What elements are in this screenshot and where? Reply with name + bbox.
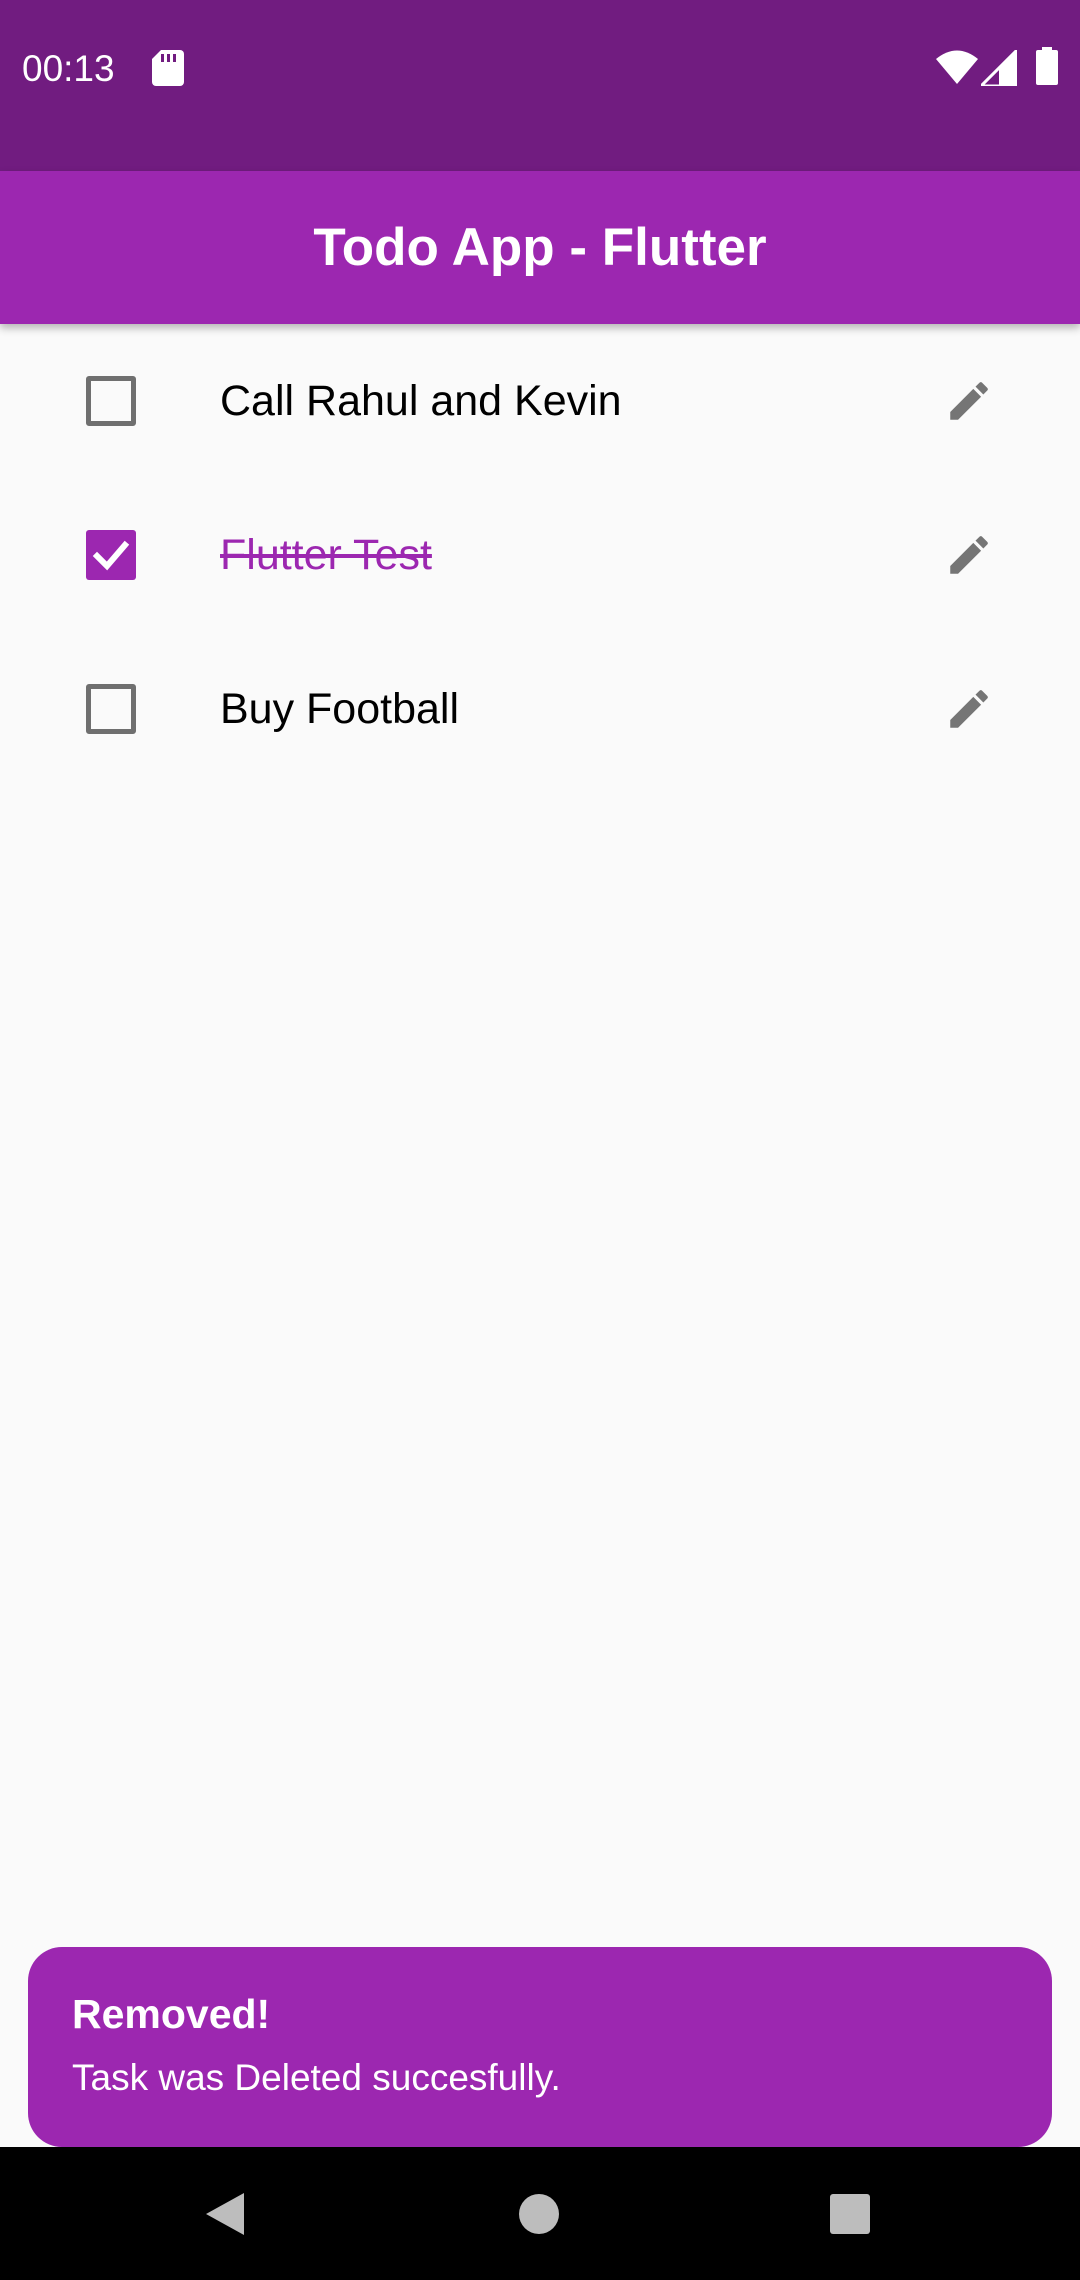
home-icon[interactable] [518, 2193, 560, 2235]
nav-bar [0, 2147, 1080, 2280]
todo-list: Call Rahul and Kevin Flutter Test Buy Fo… [0, 324, 1080, 786]
app-bar: Todo App - Flutter [0, 171, 1080, 324]
sd-card-icon [152, 50, 184, 86]
battery-icon [1036, 47, 1058, 85]
todo-checkbox[interactable] [86, 684, 136, 734]
snackbar-title: Removed! [72, 1991, 271, 2037]
cell-signal-icon [981, 50, 1017, 86]
todo-checkbox[interactable] [86, 376, 136, 426]
edit-icon[interactable] [944, 530, 994, 580]
edit-icon[interactable] [944, 684, 994, 734]
snackbar: Removed! Task was Deleted succesfully. [28, 1947, 1052, 2147]
status-bar: 00:13 [0, 0, 1080, 171]
snackbar-message: Task was Deleted succesfully. [72, 2057, 561, 2098]
back-icon[interactable] [204, 2191, 246, 2237]
recents-icon[interactable] [829, 2193, 871, 2235]
todo-label: Flutter Test [220, 531, 432, 579]
edit-icon[interactable] [944, 376, 994, 426]
todo-label: Call Rahul and Kevin [220, 377, 622, 425]
todo-checkbox[interactable] [86, 530, 136, 580]
todo-label: Buy Football [220, 685, 460, 733]
todo-item[interactable]: Call Rahul and Kevin [0, 324, 1080, 478]
status-time: 00:13 [22, 48, 115, 89]
todo-item[interactable]: Buy Football [0, 632, 1080, 786]
check-icon [92, 540, 130, 571]
todo-item[interactable]: Flutter Test [0, 478, 1080, 632]
app-title: Todo App - Flutter [313, 218, 767, 277]
wifi-icon [936, 50, 978, 84]
